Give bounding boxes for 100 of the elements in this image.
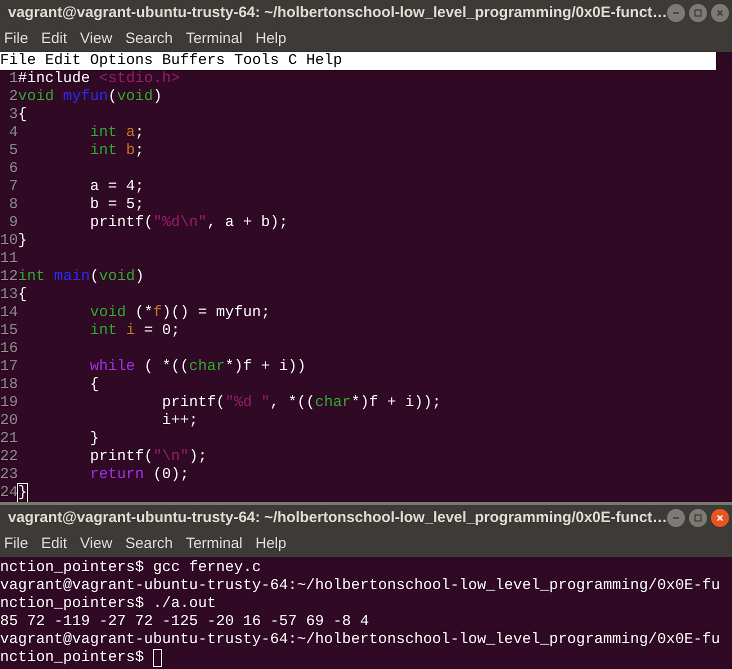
terminal-line: nction_pointers$ (0, 649, 144, 667)
line-number: 8 (8, 196, 18, 214)
menu-item[interactable]: File (0, 52, 36, 70)
code-token: <stdio.h> (98, 70, 180, 88)
menu-item[interactable]: Terminal (186, 532, 242, 556)
line-number: 14 (0, 304, 18, 322)
code-token: { (90, 376, 100, 394)
menu-item[interactable]: C (288, 52, 298, 70)
code-token: printf( (162, 394, 226, 412)
menu-item[interactable]: Help (256, 28, 286, 50)
code-token: return (90, 466, 144, 484)
menu-item[interactable]: Options (90, 52, 154, 70)
code-token: int (18, 268, 46, 286)
code-token: a (125, 124, 136, 142)
line-number: 6 (8, 160, 18, 178)
code-token: a = 4; (90, 178, 144, 196)
minimize-button[interactable] (667, 509, 686, 527)
menu-item[interactable]: Buffers (162, 52, 226, 70)
code-token: , *(( (270, 394, 316, 412)
code-token: ; (135, 142, 144, 160)
window-title: vagrant@vagrant-ubuntu-trusty-64: ~/holbertonschool-low_level_programming/0x0E-funct… (8, 2, 668, 23)
code-token: i++; (162, 412, 198, 430)
line-number: 10 (0, 232, 18, 250)
menu-item[interactable]: Tools (234, 52, 280, 70)
menu-item[interactable]: Terminal (186, 28, 242, 50)
code-token: *)f + i)) (225, 358, 306, 376)
menu-item[interactable]: Search (125, 532, 173, 556)
code-token: "%d " (225, 394, 270, 412)
line-number: 16 (0, 340, 18, 358)
terminal-line: vagrant@vagrant-ubuntu-trusty-64:~/holbertonschool-low_level_programming/0x0E-fu (0, 631, 720, 649)
window-title: vagrant@vagrant-ubuntu-trusty-64: ~/holbertonschool-low_level_programming/0x0E-funct… (8, 508, 668, 528)
code-token: myfun (62, 88, 108, 106)
code-token: int (90, 142, 118, 160)
line-number: 1 (8, 70, 18, 88)
code-token: } (90, 430, 100, 448)
code-token: ( (90, 268, 100, 286)
code-token: = 0; (143, 322, 180, 340)
menu-item[interactable]: View (80, 28, 112, 50)
line-number: 17 (0, 358, 18, 376)
code-token: ( *(( (143, 358, 190, 376)
line-number: 22 (0, 448, 18, 466)
code-token: void (117, 88, 154, 106)
line-number: 18 (0, 376, 18, 394)
cursor-char: } (18, 484, 28, 502)
code-token: int (90, 322, 118, 340)
terminal-line: vagrant@vagrant-ubuntu-trusty-64:~/holbertonschool-low_level_programming/0x0E-fu (0, 577, 720, 595)
minimize-button[interactable] (667, 4, 686, 22)
menu-item[interactable]: File (4, 28, 28, 50)
line-number: 9 (8, 214, 18, 232)
code-token: } (18, 232, 28, 250)
menu-item[interactable]: Edit (45, 52, 82, 70)
maximize-icon (693, 513, 704, 523)
code-token: ); (189, 448, 208, 466)
line-number: 21 (0, 430, 18, 448)
code-token: i (125, 322, 136, 340)
code-token: printf( (90, 214, 154, 232)
terminal-line: nction_pointers$ gcc ferney.c (0, 559, 262, 577)
code-token: (0); (152, 466, 190, 484)
code-token: "\n" (153, 448, 190, 466)
code-token: void (18, 88, 54, 106)
menu-item[interactable]: View (80, 532, 112, 556)
maximize-icon (693, 8, 704, 18)
close-icon (715, 8, 726, 18)
terminal-line: 85 72 -119 -27 72 -125 -20 16 -57 69 -8 4 (0, 613, 370, 631)
code-token: "%d\n" (153, 214, 208, 232)
code-token: f (153, 304, 162, 322)
code-token: *)f + i)); (351, 394, 442, 412)
code-token: ) (135, 268, 144, 286)
menu-item[interactable]: Search (125, 28, 173, 50)
line-number: 24 (0, 484, 18, 502)
menu-item[interactable]: File (4, 532, 28, 556)
maximize-button[interactable] (689, 4, 708, 22)
line-number: 15 (0, 322, 18, 340)
code-token: printf( (90, 448, 154, 466)
line-number: 7 (8, 178, 18, 196)
menu-item[interactable]: Edit (41, 532, 68, 556)
code-token: #include (18, 70, 90, 88)
code-token: void (90, 304, 126, 322)
line-number: 5 (8, 142, 18, 160)
code-token: , a + b); (207, 214, 288, 232)
menu-item[interactable]: Help (306, 52, 342, 70)
line-number: 11 (0, 250, 18, 268)
line-number: 2 (8, 88, 18, 106)
code-token: while (90, 358, 136, 376)
close-icon (715, 513, 726, 523)
close-button[interactable] (711, 509, 730, 527)
terminal-line: nction_pointers$ ./a.out (0, 595, 216, 613)
line-number: 3 (8, 106, 18, 124)
menu-item[interactable]: Edit (41, 28, 68, 50)
line-number: 4 (8, 124, 18, 142)
code-token: main (53, 268, 90, 286)
code-token: b (125, 142, 136, 160)
line-number: 23 (0, 466, 18, 484)
code-token: (* (134, 304, 154, 322)
code-token: ( (108, 88, 118, 106)
code-token: { (18, 286, 28, 304)
code-token: int (90, 124, 118, 142)
code-token: ; (135, 124, 144, 142)
line-number: 20 (0, 412, 18, 430)
menu-item[interactable]: Help (256, 532, 286, 556)
